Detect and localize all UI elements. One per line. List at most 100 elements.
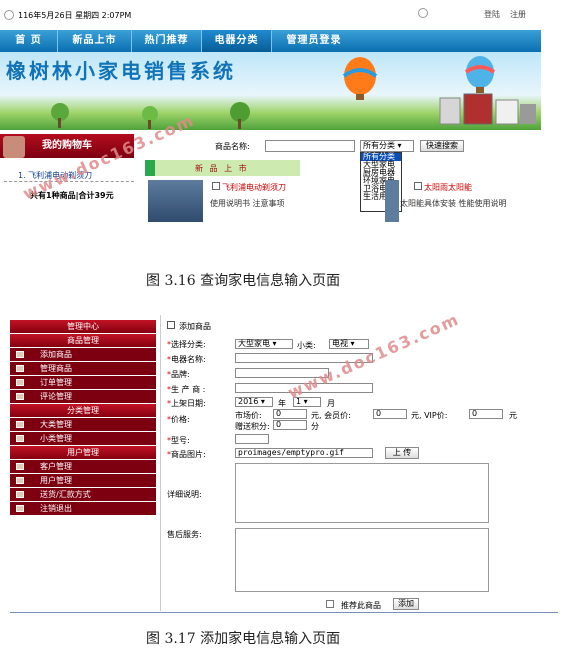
menu-label: 管理商品 [40, 364, 72, 373]
menu-icon [16, 463, 24, 470]
subcat-value: 电视 [332, 339, 348, 348]
form-title: 添加商品 [179, 322, 211, 331]
points-unit: 分 [311, 422, 319, 431]
year-unit: 年 [278, 399, 286, 408]
model-label-text: 型号: [171, 436, 190, 445]
menu-icon [16, 491, 24, 498]
banner-title: 橡树林小家电销售系统 [6, 59, 236, 83]
name-label: *电器名称: [167, 355, 206, 364]
recommend-checkbox[interactable] [326, 600, 334, 608]
figure-3-17: 管理中心 商品管理 添加商品 管理商品 订单管理 评论管理 分类管理 大类管理 … [10, 309, 558, 615]
product-1-name[interactable]: 飞利浦电动剃须刀 [222, 182, 286, 193]
figure-caption-3-16: 图 3.16 查询家电信息输入页面 [146, 273, 341, 289]
subcat-select[interactable]: 电视 ▾ [329, 339, 369, 349]
menu-user-mgmt[interactable]: 用户管理 [10, 446, 156, 459]
menu-icon [16, 477, 24, 484]
after-sales-textarea[interactable] [235, 528, 489, 592]
menu-logout[interactable]: 注销退出 [10, 502, 156, 515]
menu-delivery[interactable]: 送货/汇款方式 [10, 488, 156, 501]
product-image[interactable] [148, 180, 203, 222]
menu-manage-product[interactable]: 管理商品 [10, 362, 156, 375]
menu-label: 添加商品 [40, 350, 72, 359]
menu-icon [16, 365, 24, 372]
nav-home[interactable]: 首 页 [0, 30, 58, 52]
product-2-image[interactable] [385, 180, 399, 222]
cart-icon [3, 136, 25, 158]
vip-unit: 元 [509, 411, 517, 420]
add-button[interactable]: 添加 [393, 598, 419, 610]
product-1-links[interactable]: 使用说明书 注意事项 [210, 198, 285, 209]
menu-label: 订单管理 [40, 378, 72, 387]
nav-admin[interactable]: 管理员登录 [272, 30, 356, 52]
category-select-value: 所有分类 [363, 141, 395, 150]
bottom-rule [10, 612, 558, 613]
image-path-input[interactable]: proimages/emptypro.gif [235, 448, 373, 458]
new-products-label: 新 品 上 市 [195, 164, 249, 173]
nav-hot[interactable]: 热门推荐 [132, 30, 202, 52]
brand-label: *品牌: [167, 370, 190, 379]
register-link[interactable]: 注册 [510, 9, 526, 20]
product-icon [212, 182, 220, 190]
date-time: 116年5月26日 星期四 2:07PM [18, 11, 132, 20]
recommend-label: 推荐此商品 [341, 601, 381, 610]
model-label: *型号: [167, 436, 190, 445]
menu-label: 注销退出 [40, 504, 72, 513]
menu-comments[interactable]: 评论管理 [10, 390, 156, 403]
menu-icon [16, 435, 24, 442]
menu-small-category[interactable]: 小类管理 [10, 432, 156, 445]
upload-button[interactable]: 上 传 [385, 447, 419, 459]
nav-new[interactable]: 新品上市 [58, 30, 132, 52]
category-label: *选择分类: [167, 340, 206, 349]
product-2-links[interactable]: 太阳能具体安装 性能使用说明 [400, 198, 507, 209]
month-unit: 月 [327, 399, 335, 408]
name-label-text: 电器名称: [171, 355, 206, 364]
balloons-illustration [342, 56, 536, 125]
year-select[interactable]: 2016 ▾ [235, 397, 273, 407]
vip-price-input[interactable]: 0 [469, 409, 503, 419]
category-value: 大型家电 [238, 339, 270, 348]
member-price-input[interactable]: 0 [373, 409, 407, 419]
product-2-icon [414, 182, 422, 190]
detail-textarea[interactable] [235, 463, 489, 523]
detail-label: 详细说明: [167, 490, 202, 499]
figure-caption-3-17: 图 3.17 添加家电信息输入页面 [146, 631, 341, 647]
category-select[interactable]: 大型家电 ▾ [235, 339, 293, 349]
menu-orders[interactable]: 订单管理 [10, 376, 156, 389]
menu-label: 大类管理 [40, 420, 72, 429]
model-input[interactable] [235, 434, 269, 444]
refresh-icon[interactable] [418, 8, 428, 18]
top-bar: 116年5月26日 星期四 2:07PM 登陆 注册 [0, 0, 562, 30]
nav-category[interactable]: 电器分类 [202, 30, 272, 52]
menu-label: 用户管理 [40, 476, 72, 485]
search-label: 商品名称: [215, 142, 250, 151]
menu-label: 客户管理 [40, 462, 72, 471]
menu-users[interactable]: 用户管理 [10, 474, 156, 487]
menu-product-mgmt[interactable]: 商品管理 [10, 334, 156, 347]
menu-large-category[interactable]: 大类管理 [10, 418, 156, 431]
maker-label-text: 生 产 商 : [171, 385, 206, 394]
category-select[interactable]: 所有分类 ▾ [360, 140, 414, 152]
points-label: 赠送积分: [235, 422, 270, 431]
price-label: *价格: [167, 415, 190, 424]
price-label-text: 价格: [171, 415, 190, 424]
menu-label: 送货/汇款方式 [40, 490, 91, 499]
new-products-header: 新 品 上 市 [145, 160, 300, 176]
date-label-text: 上架日期: [171, 399, 206, 408]
login-link[interactable]: 登陆 [484, 9, 500, 20]
menu-add-product[interactable]: 添加商品 [10, 348, 156, 361]
points-input[interactable]: 0 [273, 420, 307, 430]
menu-customers[interactable]: 客户管理 [10, 460, 156, 473]
menu-admin-center[interactable]: 管理中心 [10, 320, 156, 333]
menu-category-mgmt[interactable]: 分类管理 [10, 404, 156, 417]
market-price-label: 市场价: [235, 411, 262, 420]
menu-icon [16, 421, 24, 428]
vip-price-label: 元, VIP价: [411, 411, 448, 420]
product-2-name[interactable]: 太阳雨太阳能 [424, 182, 472, 193]
menu-icon [16, 393, 24, 400]
search-input[interactable] [265, 140, 355, 152]
member-price-label: 元, 会员价: [311, 411, 351, 420]
quick-search-button[interactable]: 快速搜索 [420, 140, 464, 152]
market-price-input[interactable]: 0 [273, 409, 307, 419]
subcat-label: 小类: [297, 341, 316, 350]
clock-icon [4, 10, 14, 20]
